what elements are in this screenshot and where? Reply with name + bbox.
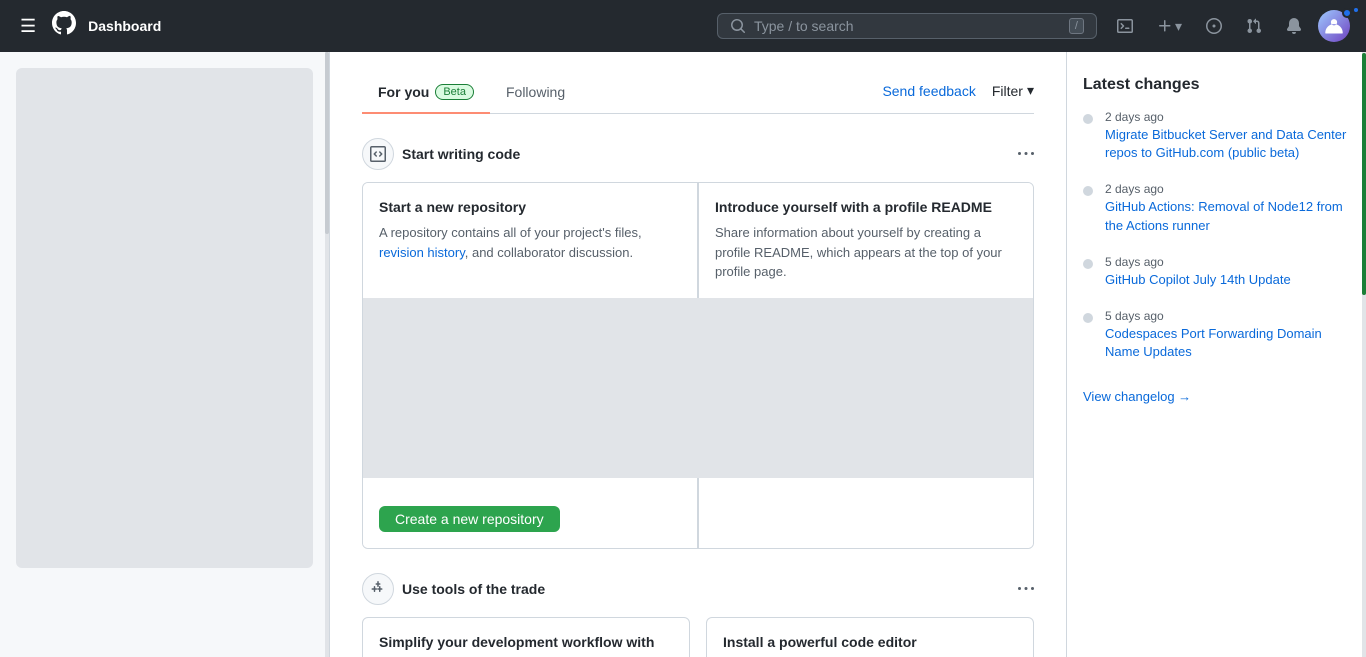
tools-cards-grid: Simplify your development workflow with … bbox=[362, 617, 1034, 657]
search-bar[interactable]: Type / to search / bbox=[717, 13, 1097, 39]
changelog-content: 2 days ago Migrate Bitbucket Server and … bbox=[1105, 110, 1350, 162]
issues-button[interactable] bbox=[1198, 10, 1230, 42]
changelog-dot bbox=[1083, 259, 1093, 269]
new-repo-card: Start a new repository A repository cont… bbox=[363, 183, 698, 298]
cards-image-placeholder bbox=[363, 298, 1033, 478]
code-icon bbox=[362, 138, 394, 170]
right-panel: Latest changes 2 days ago Migrate Bitbuc… bbox=[1066, 52, 1366, 657]
profile-readme-action bbox=[698, 478, 1033, 548]
changelog-dot bbox=[1083, 313, 1093, 323]
changelog-time: 5 days ago bbox=[1105, 255, 1291, 269]
changelog-item: 5 days ago GitHub Copilot July 14th Upda… bbox=[1083, 255, 1350, 289]
changelog-item: 2 days ago GitHub Actions: Removal of No… bbox=[1083, 182, 1350, 234]
following-label: Following bbox=[506, 84, 565, 100]
search-placeholder-text: Type / to search bbox=[754, 18, 854, 34]
changelog-dot bbox=[1083, 114, 1093, 124]
create-new-repository-button[interactable]: Create a new repository bbox=[379, 506, 560, 532]
changelog-item: 2 days ago Migrate Bitbucket Server and … bbox=[1083, 110, 1350, 162]
simplify-workflow-card: Simplify your development workflow with bbox=[362, 617, 690, 657]
for-you-label: For you bbox=[378, 84, 429, 100]
changelog-content: 2 days ago GitHub Actions: Removal of No… bbox=[1105, 182, 1350, 234]
changelog-item: 5 days ago Codespaces Port Forwarding Do… bbox=[1083, 309, 1350, 361]
profile-readme-card-desc: Share information about yourself by crea… bbox=[715, 223, 1017, 282]
right-scrollbar-track bbox=[1362, 52, 1366, 657]
simplify-workflow-card-title: Simplify your development workflow with bbox=[379, 634, 673, 650]
github-logo bbox=[52, 11, 76, 42]
plus-chevron: ▾ bbox=[1175, 18, 1182, 35]
section1-title: Start writing code bbox=[402, 146, 520, 162]
section1-header: Start writing code bbox=[362, 138, 1034, 170]
create-repo-action: Create a new repository bbox=[363, 478, 698, 548]
new-repo-card-desc: A repository contains all of your projec… bbox=[379, 223, 681, 262]
filter-label: Filter bbox=[992, 83, 1023, 99]
cards-bottom-row: Create a new repository bbox=[363, 478, 1033, 548]
changelog-dot bbox=[1083, 186, 1093, 196]
code-editor-card: Install a powerful code editor bbox=[706, 617, 1034, 657]
sidebar-scrollbar-track bbox=[325, 52, 329, 657]
profile-readme-card: Introduce yourself with a profile README… bbox=[698, 183, 1033, 298]
changelog-list: 2 days ago Migrate Bitbucket Server and … bbox=[1083, 110, 1350, 361]
changelog-content: 5 days ago Codespaces Port Forwarding Do… bbox=[1105, 309, 1350, 361]
changelog-link[interactable]: Migrate Bitbucket Server and Data Center… bbox=[1105, 126, 1350, 162]
section2-more-button[interactable] bbox=[1018, 581, 1034, 597]
revision-history-link[interactable]: revision history bbox=[379, 245, 465, 260]
section2-header: Use tools of the trade bbox=[362, 573, 1034, 605]
section1-more-button[interactable] bbox=[1018, 146, 1034, 162]
profile-readme-card-title: Introduce yourself with a profile README bbox=[715, 199, 1017, 215]
section2-title: Use tools of the trade bbox=[402, 581, 545, 597]
notification-dot bbox=[1352, 6, 1360, 14]
hamburger-button[interactable]: ☰ bbox=[16, 12, 40, 41]
avatar-container bbox=[1318, 10, 1350, 42]
terminal-button[interactable] bbox=[1109, 10, 1141, 42]
changelog-content: 5 days ago GitHub Copilot July 14th Upda… bbox=[1105, 255, 1291, 289]
changelog-link[interactable]: GitHub Copilot July 14th Update bbox=[1105, 271, 1291, 289]
tabs-right-actions: Send feedback Filter ▾ bbox=[882, 82, 1034, 107]
changelog-link[interactable]: Codespaces Port Forwarding Domain Name U… bbox=[1105, 325, 1350, 361]
notifications-button[interactable] bbox=[1278, 10, 1310, 42]
search-shortcut-kbd: / bbox=[1069, 18, 1084, 34]
main-layout: For you Beta Following Send feedback Fil… bbox=[0, 52, 1366, 657]
sidebar-content-placeholder bbox=[16, 68, 313, 568]
code-editor-card-title: Install a powerful code editor bbox=[723, 634, 1017, 650]
sidebar-scrollbar-thumb[interactable] bbox=[325, 52, 329, 234]
avatar-notification-dot bbox=[1342, 8, 1352, 18]
tab-for-you[interactable]: For you Beta bbox=[362, 76, 490, 114]
changelog-time: 5 days ago bbox=[1105, 309, 1350, 323]
send-feedback-button[interactable]: Send feedback bbox=[882, 83, 975, 99]
feed-tabs: For you Beta Following Send feedback Fil… bbox=[362, 76, 1034, 114]
changelog-link[interactable]: GitHub Actions: Removal of Node12 from t… bbox=[1105, 198, 1350, 234]
use-tools-section: Use tools of the trade Simplify your dev… bbox=[362, 573, 1034, 657]
page-title: Dashboard bbox=[88, 18, 161, 34]
main-content: For you Beta Following Send feedback Fil… bbox=[330, 52, 1066, 657]
beta-badge: Beta bbox=[435, 84, 474, 100]
right-scrollbar-thumb[interactable] bbox=[1362, 53, 1366, 295]
view-changelog-link[interactable]: View changelog → bbox=[1083, 389, 1191, 404]
tab-following[interactable]: Following bbox=[490, 76, 581, 114]
new-item-button[interactable]: ▾ bbox=[1149, 14, 1190, 39]
app-header: ☰ Dashboard Type / to search / ▾ bbox=[0, 0, 1366, 52]
changelog-time: 2 days ago bbox=[1105, 182, 1350, 196]
pullrequest-button[interactable] bbox=[1238, 10, 1270, 42]
header-actions: ▾ bbox=[1109, 10, 1350, 42]
sidebar bbox=[0, 52, 330, 657]
filter-button[interactable]: Filter ▾ bbox=[992, 82, 1034, 99]
start-writing-code-section: Start writing code Start a new repositor… bbox=[362, 138, 1034, 549]
latest-changes-title: Latest changes bbox=[1083, 76, 1350, 94]
new-repo-card-title: Start a new repository bbox=[379, 199, 681, 215]
start-writing-code-card-group: Start a new repository A repository cont… bbox=[362, 182, 1034, 549]
changelog-time: 2 days ago bbox=[1105, 110, 1350, 124]
filter-chevron-icon: ▾ bbox=[1027, 82, 1034, 99]
cards-top-row: Start a new repository A repository cont… bbox=[363, 183, 1033, 298]
tools-icon bbox=[362, 573, 394, 605]
